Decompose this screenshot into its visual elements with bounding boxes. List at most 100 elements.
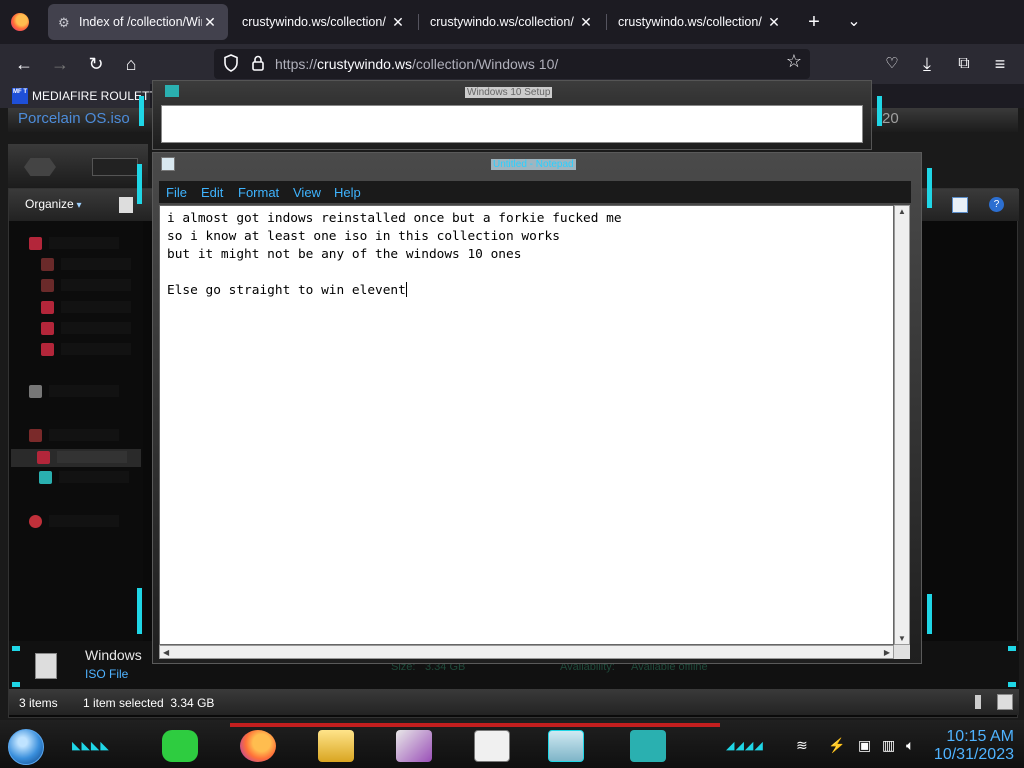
notepad-icon [161,157,175,171]
resize-grip-icon[interactable] [894,645,910,659]
network-icon[interactable]: ▥ [882,737,895,754]
nav-item[interactable] [41,341,151,359]
preview-pane-icon[interactable] [952,197,968,213]
dvd-drive-icon [39,471,52,484]
bookmark-label: MEDIAFIRE ROULETT [32,89,157,103]
notepad-title: Untitled - Notepad [491,159,576,170]
action-center-icon[interactable]: ▣ [858,737,871,754]
firefox-taskbar-icon[interactable] [240,730,276,762]
url-bar[interactable]: https://crustywindo.ws/collection/Window… [214,49,810,79]
pocket-icon[interactable]: ♡ [878,50,906,78]
nav-item-this-pc[interactable] [29,427,139,445]
menu-file[interactable]: File [166,185,187,200]
close-tab-icon[interactable]: ✕ [578,14,594,31]
open-icon[interactable] [119,197,133,213]
nav-item-label [61,301,131,313]
start-button[interactable] [8,729,44,765]
java-update-icon[interactable]: ⚡ [828,737,845,754]
bookmark-mediafire-roulette[interactable]: MF T MEDIAFIRE ROULETT [12,88,157,104]
large-icons-view-icon[interactable] [997,694,1013,710]
menu-format[interactable]: Format [238,185,279,200]
new-tab-button[interactable]: + [800,8,828,36]
desktop: Porcelain OS.iso 20 Organize ? [0,80,1024,768]
file-explorer-icon[interactable] [318,730,354,762]
setup-taskbar-icon[interactable] [630,730,666,762]
text-caret [405,282,407,297]
close-tab-icon[interactable]: ✕ [202,14,218,31]
nav-item-label [49,515,119,527]
scroll-left-icon[interactable]: ◀ [163,648,169,657]
skin-accent [137,164,142,204]
home-button[interactable]: ⌂ [117,50,145,78]
menu-view[interactable]: View [293,185,321,200]
scroll-up-icon[interactable]: ▲ [898,207,906,216]
iso-file-icon [35,653,57,679]
menu-icon[interactable]: ≡ [986,50,1014,78]
url-path: /collection/Windows 10/ [411,56,559,72]
details-view-icon[interactable] [975,695,981,709]
network-icon [29,515,42,528]
skin-accent [1008,682,1016,687]
nav-item-network[interactable] [29,513,139,531]
nav-item-local-disk[interactable] [11,449,141,467]
detail-file-type: ISO File [85,667,129,681]
tab-title: crustywindo.ws/collection/ [430,15,574,29]
document-app-icon[interactable] [474,730,510,762]
menu-help[interactable]: Help [334,185,361,200]
firefox-logo-icon[interactable] [11,13,29,31]
nav-item-label [61,322,131,334]
vertical-scrollbar[interactable]: ▲ ▼ [894,205,910,645]
help-icon[interactable]: ? [989,197,1004,212]
notes-app-icon[interactable] [162,730,198,762]
close-tab-icon[interactable]: ✕ [390,14,406,31]
skin-dots: ◣◣◣◣ [72,740,110,752]
tab-crustywindo-1[interactable]: crustywindo.ws/collection/ ✕ [232,4,416,40]
tab-index-collection[interactable]: ⚙ Index of /collection/Win ✕ [48,4,228,40]
close-tab-icon[interactable]: ✕ [766,14,782,31]
media-app-icon[interactable] [396,730,432,762]
extensions-icon[interactable]: ⧉ [950,50,978,78]
organize-button[interactable]: Organize [25,197,82,211]
bookmark-star-icon[interactable]: ☆ [786,51,802,72]
clock[interactable]: 10:15 AM 10/31/2023 [934,728,1014,764]
setup-window-title: Windows 10 Setup [465,87,553,98]
nav-item-dvd-drive[interactable] [39,469,149,487]
view-toggle-button[interactable] [92,158,138,176]
notepad-text-area[interactable]: i almost got indows reinstalled once but… [159,205,894,645]
folder-icon [41,322,54,335]
scroll-down-icon[interactable]: ▼ [898,634,906,643]
nav-item[interactable] [41,277,151,295]
scroll-right-icon[interactable]: ▶ [884,648,890,657]
tab-title: Index of /collection/Win [79,15,202,29]
tab-crustywindo-3[interactable]: crustywindo.ws/collection/ ✕ [608,4,792,40]
menu-edit[interactable]: Edit [201,185,223,200]
tab-crustywindo-2[interactable]: crustywindo.ws/collection/ ✕ [420,4,604,40]
drive-icon [37,451,50,464]
nav-item[interactable] [41,299,151,317]
page-icon: ⚙ [58,14,70,30]
downloads-icon[interactable]: ⤓ [913,50,941,78]
nav-item-label [59,471,129,483]
reload-button[interactable]: ↻ [82,50,110,78]
status-item-count: 3 items [19,696,58,710]
explorer-address-text: Porcelain OS.iso [18,110,130,127]
notepad-taskbar-icon[interactable] [548,730,584,762]
url-text: https://crustywindo.ws/collection/Window… [275,56,558,72]
bookmarks-bar: MF T MEDIAFIRE ROULETT [0,84,157,108]
nav-item[interactable] [29,235,139,253]
horizontal-scrollbar[interactable]: ◀ ▶ [159,645,894,659]
back-button[interactable]: ← [10,50,38,78]
volume-icon[interactable]: 🔈︎ [906,737,914,754]
navigation-pane [9,221,143,641]
forward-button[interactable]: → [46,50,74,78]
lock-icon[interactable] [248,53,268,73]
setup-window: Windows 10 Setup [152,80,872,150]
show-hidden-icons-icon[interactable]: ≋ [796,737,808,754]
tab-title: crustywindo.ws/collection/ [242,15,386,29]
nav-item-homegroup[interactable] [29,383,139,401]
nav-item[interactable] [41,320,151,338]
nav-item[interactable] [41,256,151,274]
setup-icon [165,85,179,97]
list-tabs-chevron-icon[interactable]: ⌄ [840,8,868,36]
shield-icon[interactable] [221,53,241,73]
